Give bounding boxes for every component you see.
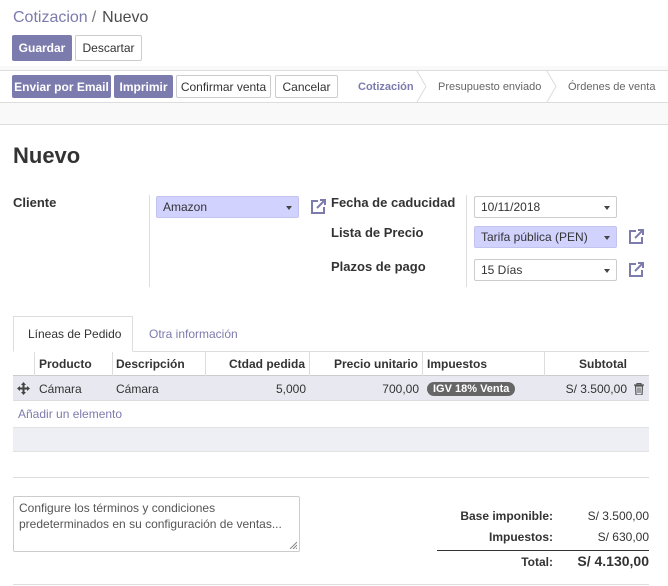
pricelist-value: Tarifa pública (PEN) [481, 230, 588, 244]
caret-down-icon [604, 236, 610, 240]
external-link-icon[interactable] [309, 198, 327, 216]
status-bar: Enviar por Email Imprimir Confirmar vent… [0, 70, 668, 103]
terms-textarea[interactable]: Configure los términos y condiciones pre… [13, 496, 300, 552]
customer-value: Amazon [163, 200, 208, 214]
taxes-value: S/ 630,00 [597, 530, 649, 544]
breadcrumb-separator: / [91, 9, 97, 26]
stage-quotation[interactable]: Cotización [342, 71, 427, 102]
cell-description[interactable]: Cámara [116, 376, 159, 401]
bottom-divider [13, 584, 649, 585]
tab-order-lines[interactable]: Líneas de Pedido [13, 316, 133, 352]
terms-placeholder: Configure los términos y condiciones pre… [19, 501, 282, 531]
external-link-icon[interactable] [627, 261, 645, 279]
stage-label: Órdenes de venta [568, 80, 656, 93]
handle-column-header [13, 352, 35, 376]
column-header-product[interactable]: Producto [35, 352, 113, 376]
notebook-tabs: Líneas de Pedido Otra información [13, 316, 649, 352]
column-header-taxes[interactable]: Impuestos [423, 352, 545, 376]
add-line-link[interactable]: Añadir un elemento [18, 407, 122, 421]
stage-pipeline: Cotización Presupuesto enviado Órdenes d… [342, 71, 668, 102]
form-sheet: Nuevo Cliente Amazon Fecha de caducidad … [0, 124, 668, 586]
expiration-date-field[interactable]: 10/11/2018 [474, 196, 617, 218]
cell-taxes[interactable]: IGV 18% Venta [427, 376, 516, 401]
total-label: Total: [521, 555, 553, 569]
divider [466, 195, 467, 287]
untaxed-label: Base imponible: [460, 509, 553, 523]
untaxed-value: S/ 3.500,00 [587, 509, 649, 523]
divider [149, 195, 150, 287]
cell-product[interactable]: Cámara [39, 376, 82, 401]
customer-label: Cliente [13, 195, 57, 210]
total-value: S/ 4.130,00 [577, 553, 649, 569]
print-button[interactable]: Imprimir [114, 75, 173, 98]
column-header-description[interactable]: Descripción [113, 352, 206, 376]
breadcrumb-parent[interactable]: Cotizacion [13, 9, 88, 26]
empty-row [13, 427, 649, 452]
table-row[interactable]: Cámara Cámara 5,000 700,00 IGV 18% Venta… [13, 376, 649, 401]
confirm-sale-button[interactable]: Confirmar venta [176, 75, 271, 98]
control-panel: Cotizacion / Nuevo Guardar Descartar [0, 0, 668, 66]
expiration-value: 10/11/2018 [481, 200, 541, 214]
column-header-unit-price[interactable]: Precio unitario [310, 352, 423, 376]
stage-sales-order[interactable]: Órdenes de venta [552, 71, 668, 102]
stage-quotation-sent[interactable]: Presupuesto enviado [422, 71, 557, 102]
column-header-subtotal[interactable]: Subtotal [545, 352, 629, 376]
payment-terms-field[interactable]: 15 Días [474, 259, 617, 281]
cell-quantity[interactable]: 5,000 [206, 376, 306, 401]
taxes-label: Impuestos: [488, 530, 553, 544]
pricelist-label: Lista de Precio [331, 225, 424, 240]
caret-down-icon [604, 269, 610, 273]
discard-button[interactable]: Descartar [75, 35, 142, 61]
column-header-quantity[interactable]: Ctdad pedida [206, 352, 310, 376]
cell-unit-price[interactable]: 700,00 [310, 376, 419, 401]
customer-field[interactable]: Amazon [156, 196, 299, 218]
breadcrumb-current: Nuevo [102, 9, 149, 26]
cancel-button[interactable]: Cancelar [275, 75, 338, 98]
order-lines-header: Producto Descripción Ctdad pedida Precio… [13, 352, 649, 376]
tab-other-info[interactable]: Otra información [135, 316, 255, 352]
stage-label: Presupuesto enviado [438, 80, 542, 93]
resize-grip-icon[interactable] [289, 541, 297, 549]
stage-label: Cotización [358, 80, 414, 93]
cell-subtotal: S/ 3.500,00 [565, 381, 627, 396]
grid-footer-divider [13, 477, 649, 478]
tax-badge: IGV 18% Venta [427, 381, 516, 396]
caret-down-icon [604, 206, 610, 210]
totals-divider [437, 550, 649, 551]
payment-terms-label: Plazos de pago [331, 259, 426, 274]
save-button[interactable]: Guardar [12, 35, 72, 61]
tab-label: Líneas de Pedido [28, 327, 122, 341]
payment-terms-value: 15 Días [481, 263, 523, 277]
drag-handle-icon[interactable] [17, 382, 30, 395]
expiration-label: Fecha de caducidad [331, 195, 456, 210]
tab-label: Otra información [149, 327, 238, 341]
trash-icon[interactable] [634, 383, 644, 395]
pricelist-field[interactable]: Tarifa pública (PEN) [474, 226, 617, 248]
external-link-icon[interactable] [627, 228, 645, 246]
caret-down-icon [286, 206, 292, 210]
send-email-button[interactable]: Enviar por Email [12, 75, 111, 98]
breadcrumb: Cotizacion / Nuevo [13, 9, 148, 27]
page-title: Nuevo [13, 143, 81, 168]
